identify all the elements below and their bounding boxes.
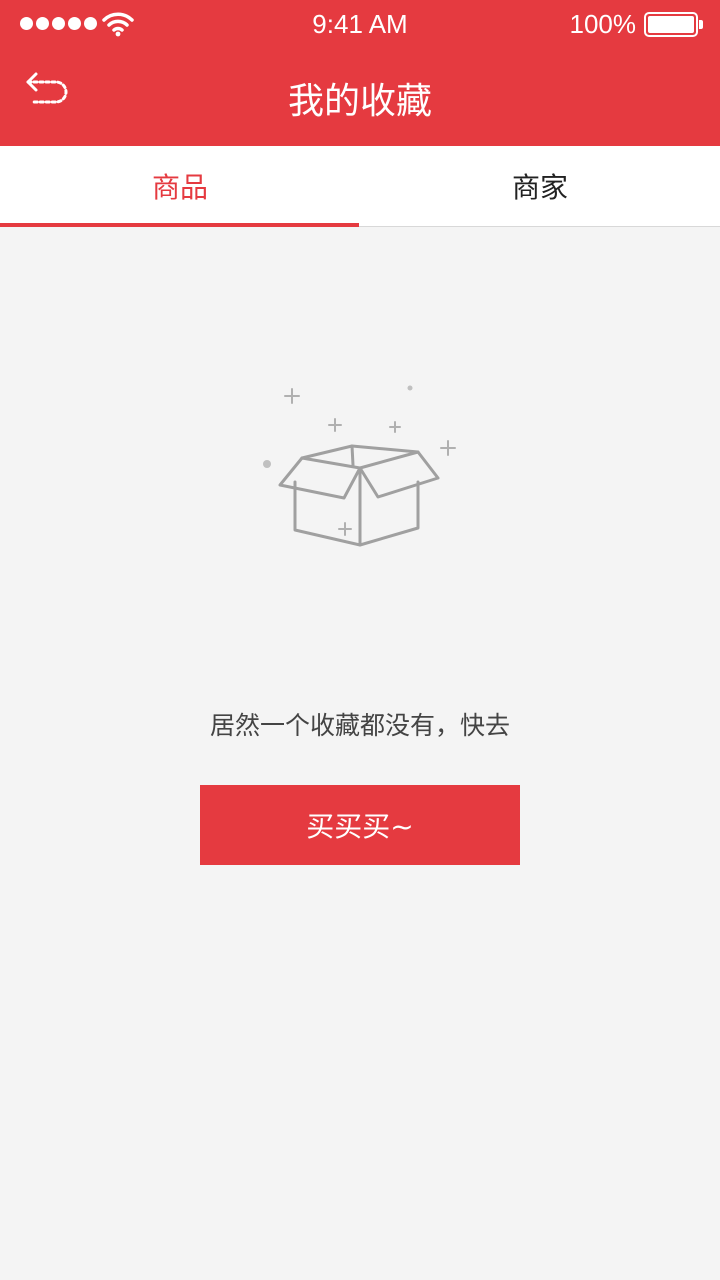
go-shopping-button[interactable]: 买买买~: [200, 785, 520, 865]
battery-icon: [644, 12, 698, 37]
empty-state-message: 居然一个收藏都没有，快去: [209, 711, 510, 740]
back-button[interactable]: [22, 70, 74, 118]
app-header: 9:41 AM 100% 我的收藏: [0, 0, 720, 146]
status-bar: 9:41 AM 100%: [0, 0, 720, 48]
page-title: 我的收藏: [287, 81, 432, 122]
back-arrow-icon: [26, 72, 68, 104]
empty-box-icon: [263, 385, 456, 547]
tab-merchants[interactable]: 商家: [360, 146, 720, 226]
battery-percentage: 100%: [569, 9, 637, 39]
tab-products[interactable]: 商品: [0, 146, 360, 227]
tab-bar: 商品 商家: [0, 146, 720, 227]
battery-tip: [699, 20, 703, 29]
